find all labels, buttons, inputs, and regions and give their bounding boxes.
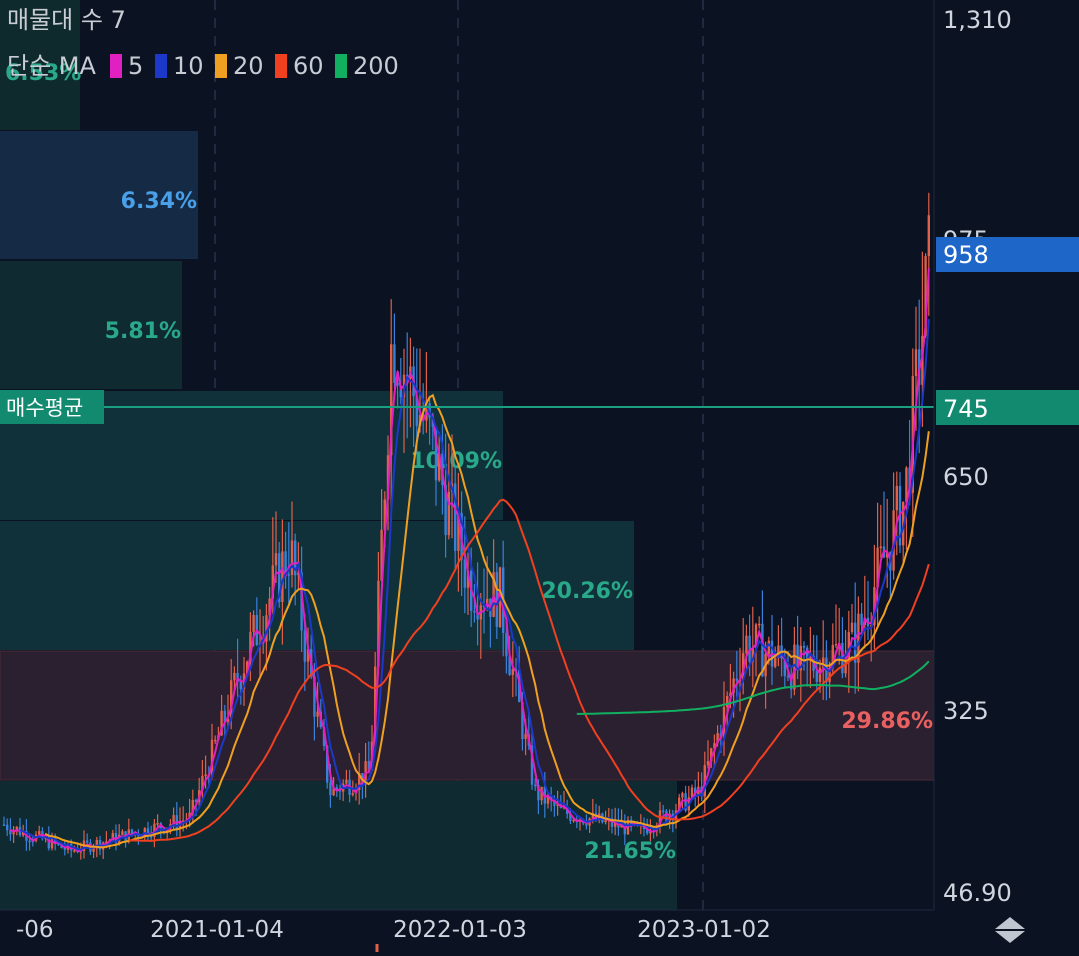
candle-body	[758, 623, 761, 626]
ma-5-swatch	[110, 54, 122, 78]
candle-body	[524, 734, 527, 739]
ma-20-swatch	[215, 54, 227, 78]
buy-average-price-label: 745	[943, 395, 989, 423]
candle-body	[895, 485, 898, 511]
candle-body	[604, 820, 607, 823]
candle-body	[735, 678, 738, 681]
candle-body	[767, 640, 770, 654]
date-tick-1: 2021-01-04	[150, 917, 284, 943]
candle-body	[28, 840, 31, 843]
ma-5-label: 5	[128, 52, 143, 80]
candle-body	[6, 824, 9, 831]
ma-10-swatch	[155, 54, 167, 78]
candle-body	[233, 672, 236, 681]
candle-body	[86, 840, 89, 843]
candle-body	[73, 850, 76, 852]
price-tick-1310: 1,310	[943, 6, 1012, 34]
price-tick-650: 650	[943, 463, 989, 491]
ma-60-swatch	[275, 54, 287, 78]
candle-body	[329, 782, 332, 796]
candle-body	[834, 643, 838, 646]
price-axis[interactable]	[934, 0, 1079, 910]
volume-label-2: 6.34%	[121, 189, 197, 214]
candle-body	[50, 838, 54, 849]
candle-body	[156, 823, 159, 825]
candle-body	[316, 711, 319, 717]
candle-body	[914, 349, 918, 377]
candle-body	[511, 669, 514, 675]
candle-body	[38, 831, 41, 835]
volume-label-3: 5.81%	[105, 319, 181, 344]
candle-body	[860, 613, 863, 625]
candle-body	[92, 848, 95, 852]
ma-legend-prefix: 단순 MA	[7, 52, 96, 80]
current-price-label: 958	[943, 241, 989, 269]
candle-body	[214, 739, 217, 742]
candle-body	[706, 761, 710, 766]
candle-body	[351, 793, 354, 795]
candle-body	[802, 645, 806, 648]
ma-200-label: 200	[353, 52, 399, 80]
candle-body	[239, 681, 242, 690]
date-tick-3: 2023-01-02	[637, 917, 771, 943]
date-tick-2: 2022-01-03	[393, 917, 527, 943]
ma-20-label: 20	[233, 52, 264, 80]
ma-200-swatch	[335, 54, 347, 78]
candle-body	[774, 658, 777, 667]
candle-body	[879, 546, 882, 548]
candle-body	[662, 810, 665, 812]
candle-body	[850, 622, 854, 633]
candle-body	[204, 774, 207, 777]
candle-body	[290, 540, 294, 576]
candle-body	[63, 848, 66, 850]
candle-body	[281, 551, 284, 602]
ma-10-label: 10	[173, 52, 204, 80]
ma-legend[interactable]: 단순 MA 5 10 20 60 200	[7, 52, 399, 80]
candle-body	[473, 611, 476, 613]
candlestick-chart[interactable]: 6.53% 6.34% 5.81% 10.09% 20.26% 29.86% 2…	[0, 0, 1079, 952]
volume-label-5: 20.26%	[541, 579, 633, 604]
candle-body	[393, 344, 396, 384]
candle-body	[121, 831, 124, 835]
date-tick-0: -06	[16, 917, 54, 943]
candle-body	[745, 635, 748, 654]
candle-body	[681, 793, 684, 798]
ma-60-label: 60	[293, 52, 324, 80]
volume-label-7: 21.65%	[584, 839, 676, 864]
candle-body	[287, 574, 290, 576]
chart-title: 매물대 수 7	[7, 6, 126, 34]
price-tick-46.90: 46.90	[943, 879, 1012, 907]
volume-label-6: 29.86%	[841, 709, 933, 734]
price-tick-325: 325	[943, 697, 989, 725]
candle-body	[534, 784, 537, 787]
buy-average-label: 매수평균	[6, 396, 83, 420]
candle-body	[665, 810, 668, 822]
candle-body	[345, 779, 348, 784]
candle-body	[252, 614, 255, 632]
candle-body	[2, 824, 6, 827]
candle-body	[274, 553, 278, 566]
candle-body	[927, 215, 930, 257]
chart-area[interactable]: 6.53% 6.34% 5.81% 10.09% 20.26% 29.86% 2…	[0, 0, 1079, 952]
candle-body	[815, 670, 818, 682]
